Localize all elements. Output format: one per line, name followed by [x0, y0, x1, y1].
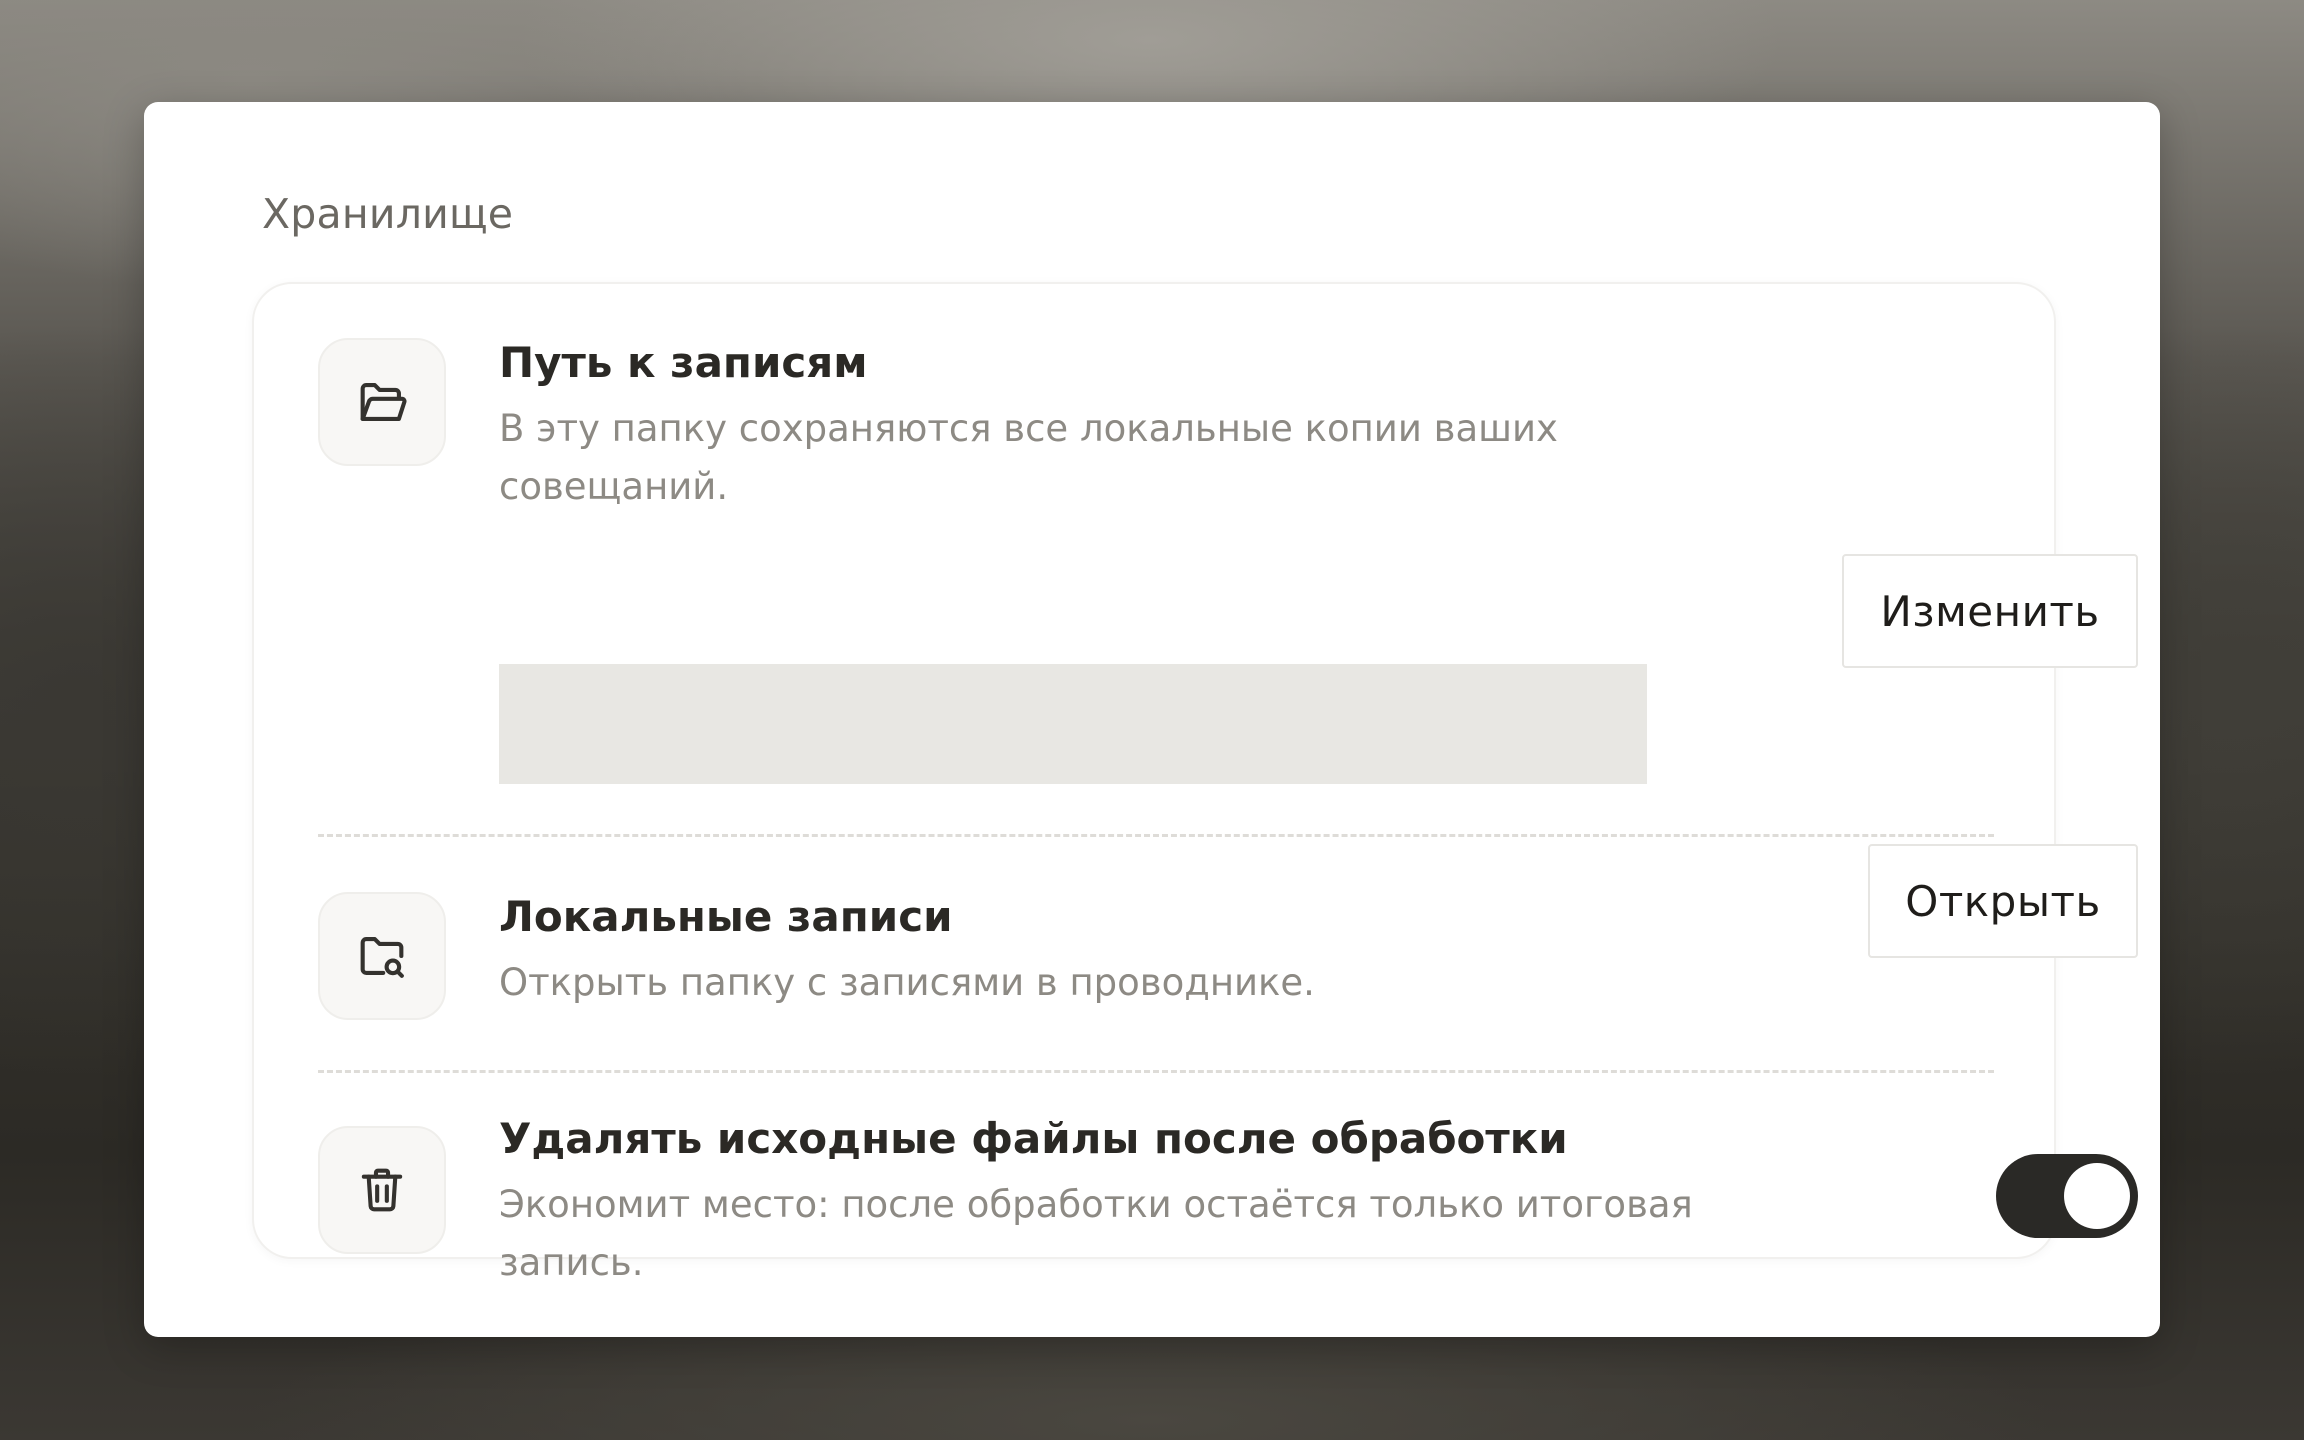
delete-source-description: Экономит место: после обработки остаётся… [499, 1183, 1693, 1284]
delete-source-toggle[interactable] [1996, 1154, 2138, 1238]
section-title: Хранилище [262, 190, 514, 238]
trash-icon [318, 1126, 446, 1254]
local-recordings-row: Локальные записи Открыть папку с записям… [254, 836, 2138, 1070]
delete-source-title: Удалять исходные файлы после обработки [499, 1114, 1568, 1163]
recordings-path-field [499, 664, 1647, 784]
delete-source-row: Удалять исходные файлы после обработки Э… [254, 1072, 2138, 1284]
change-path-button[interactable]: Изменить [1842, 554, 2138, 668]
settings-dialog: Хранилище Путь к записям В эту папку сох… [144, 102, 2160, 1337]
local-recordings-description: Открыть папку с записями в проводнике. [499, 961, 1315, 1004]
folder-search-icon [318, 892, 446, 1020]
storage-settings-card: Путь к записям В эту папку сохраняются в… [252, 282, 2138, 1284]
local-recordings-title: Локальные записи [499, 892, 953, 941]
recordings-path-title: Путь к записям [499, 338, 868, 387]
recordings-path-description: В эту папку сохраняются все локальные ко… [499, 407, 1558, 508]
toggle-knob [2064, 1163, 2130, 1229]
open-folder-button[interactable]: Открыть [1868, 844, 2138, 958]
recordings-path-row: Путь к записям В эту папку сохраняются в… [254, 284, 2138, 784]
folder-open-icon [318, 338, 446, 466]
